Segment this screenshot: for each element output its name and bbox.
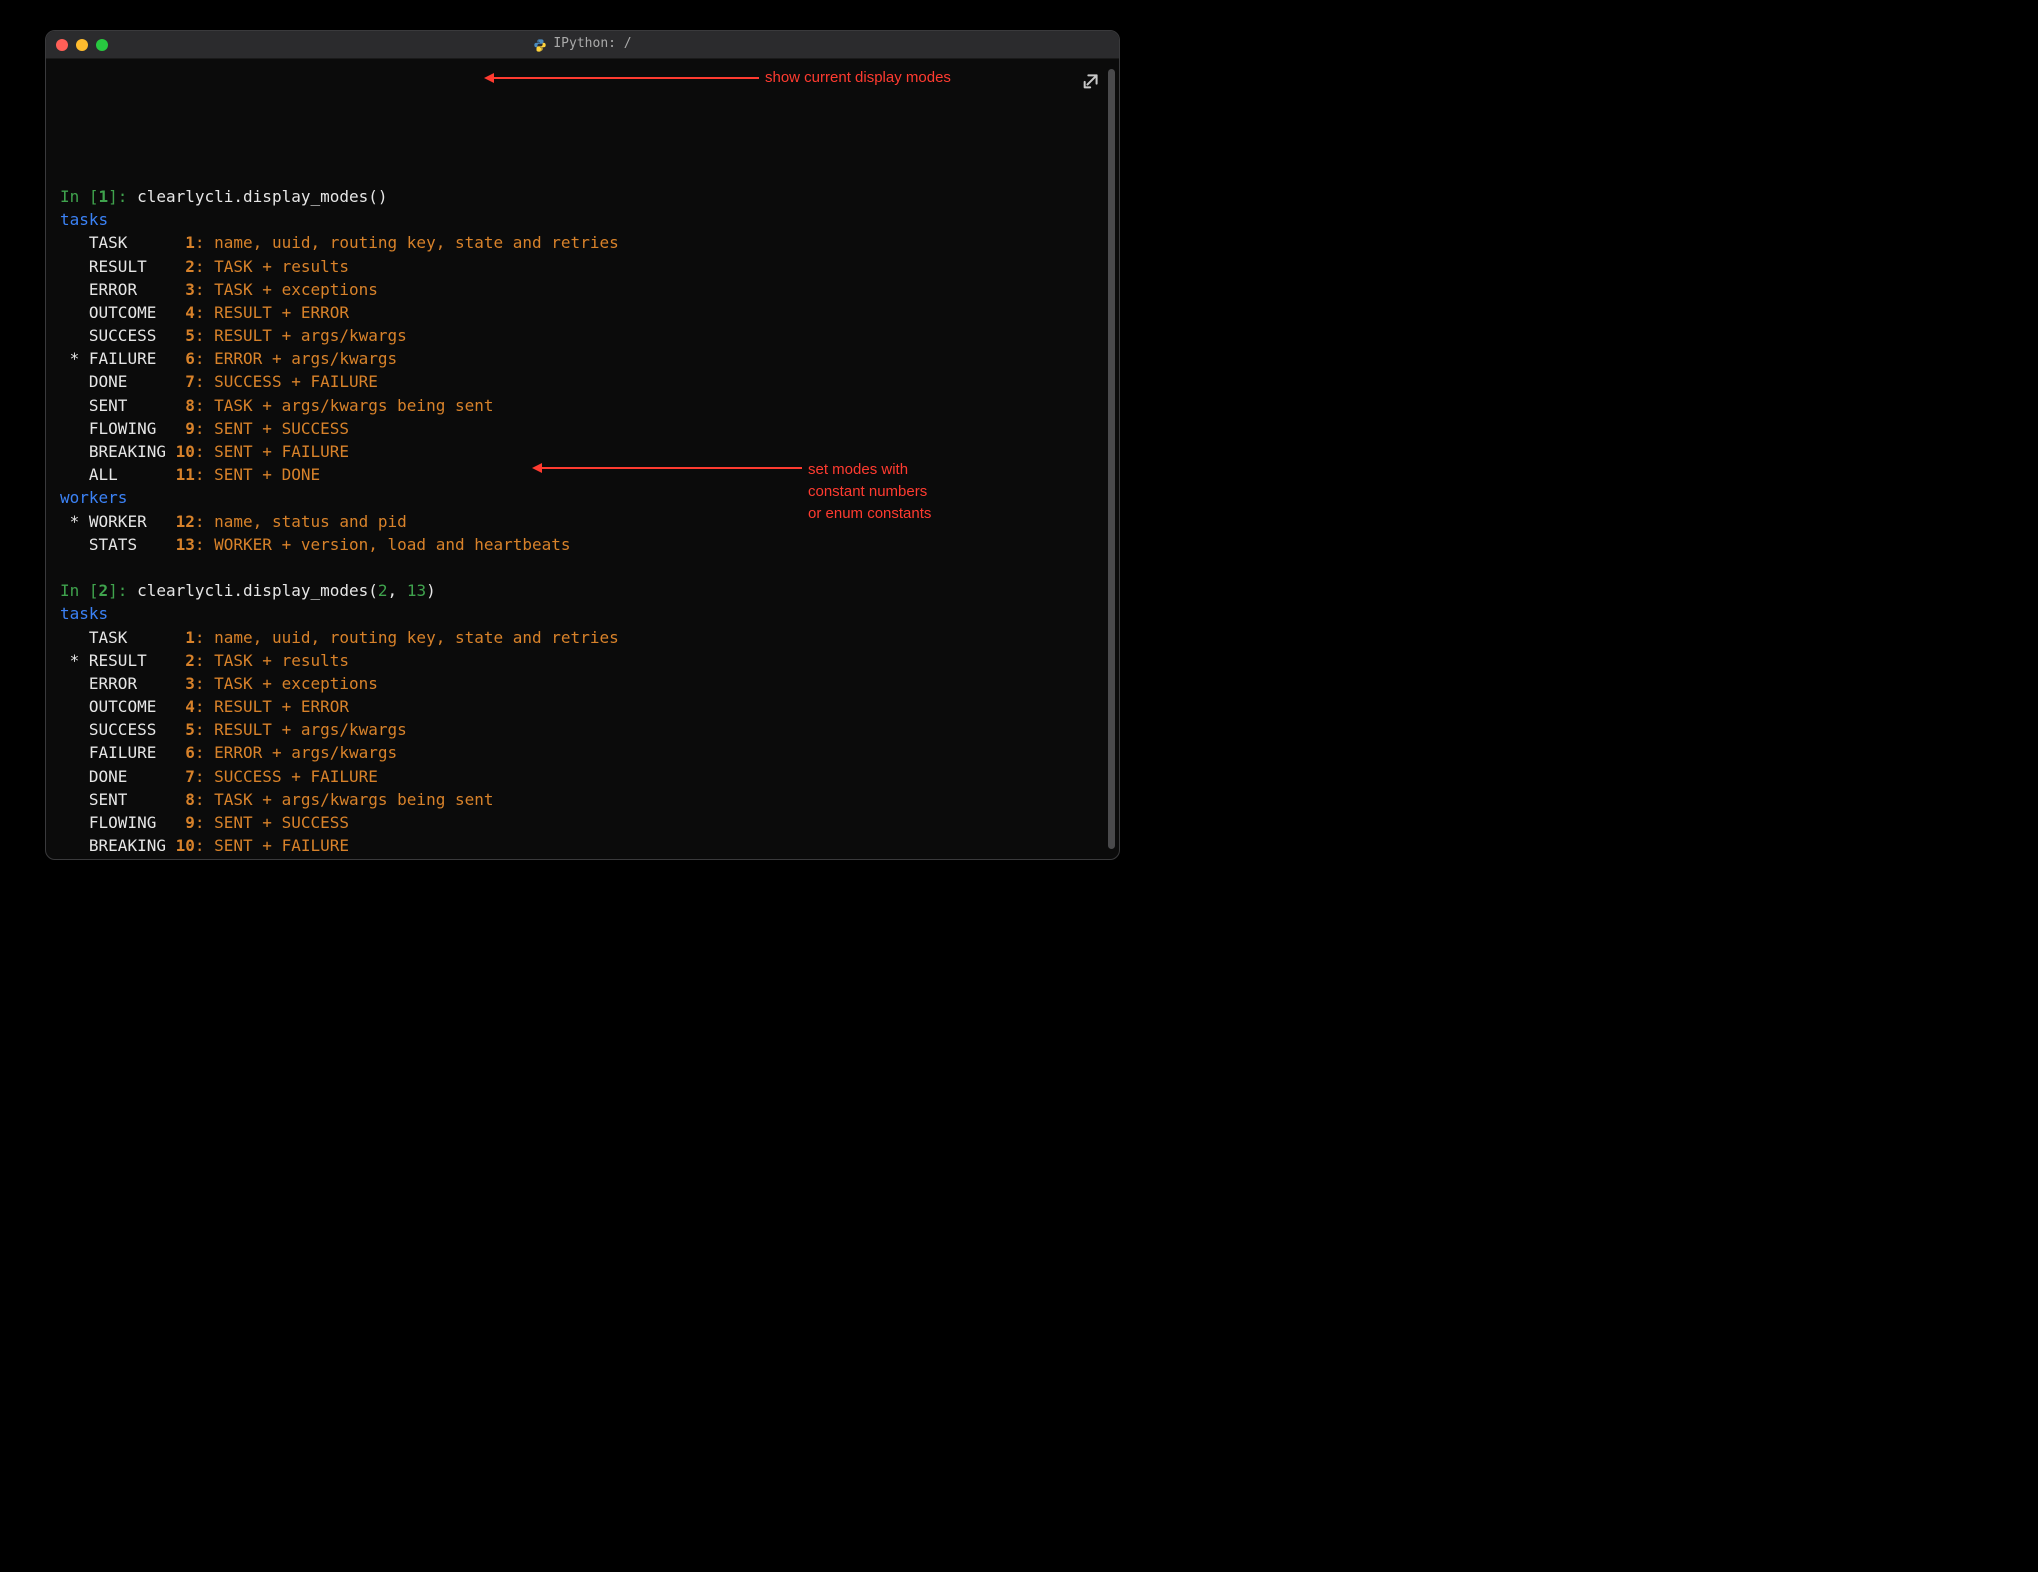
annotation-text: show current display modes: [765, 67, 951, 89]
prompt-line: In [1]: clearlycli.display_modes(): [60, 185, 1105, 208]
table-row: OUTCOME 4: RESULT + ERROR: [60, 695, 1105, 718]
maximize-icon[interactable]: [96, 39, 108, 51]
close-icon[interactable]: [56, 39, 68, 51]
section-header: tasks: [60, 602, 1105, 625]
table-row: OUTCOME 4: RESULT + ERROR: [60, 301, 1105, 324]
window-title-text: IPython: /: [553, 35, 631, 54]
scrollbar-thumb[interactable]: [1108, 69, 1115, 849]
annotation-set-modes: set modes withconstant numbersor enum co…: [532, 459, 931, 524]
table-row: SENT 8: TASK + args/kwargs being sent: [60, 788, 1105, 811]
table-row: SUCCESS 5: RESULT + args/kwargs: [60, 324, 1105, 347]
python-icon: [533, 38, 547, 52]
annotation-show-modes: show current display modes: [484, 67, 951, 89]
scrollbar[interactable]: [1108, 69, 1115, 849]
table-row: RESULT 2: TASK + results: [60, 255, 1105, 278]
annotation-text: set modes withconstant numbersor enum co…: [808, 459, 931, 524]
table-row: TASK 1: name, uuid, routing key, state a…: [60, 626, 1105, 649]
table-row: SUCCESS 5: RESULT + args/kwargs: [60, 718, 1105, 741]
table-row: FAILURE 6: ERROR + args/kwargs: [60, 741, 1105, 764]
table-row: FLOWING 9: SENT + SUCCESS: [60, 417, 1105, 440]
table-row: SENT 8: TASK + args/kwargs being sent: [60, 394, 1105, 417]
window-title: IPython: /: [46, 35, 1119, 54]
blank-line: [60, 556, 1105, 579]
table-row: ERROR 3: TASK + exceptions: [60, 672, 1105, 695]
table-row: ERROR 3: TASK + exceptions: [60, 278, 1105, 301]
table-row: DONE 7: SUCCESS + FAILURE: [60, 765, 1105, 788]
terminal-window: IPython: / show current display modes se…: [45, 30, 1120, 860]
table-row: DONE 7: SUCCESS + FAILURE: [60, 370, 1105, 393]
table-row: FLOWING 9: SENT + SUCCESS: [60, 811, 1105, 834]
prompt-line: In [2]: clearlycli.display_modes(2, 13): [60, 579, 1105, 602]
table-row: * RESULT 2: TASK + results: [60, 649, 1105, 672]
terminal-output[interactable]: show current display modes set modes wit…: [46, 59, 1119, 859]
table-row: TASK 1: name, uuid, routing key, state a…: [60, 231, 1105, 254]
window-controls: [56, 39, 108, 51]
table-row: * FAILURE 6: ERROR + args/kwargs: [60, 347, 1105, 370]
section-header: tasks: [60, 208, 1105, 231]
minimize-icon[interactable]: [76, 39, 88, 51]
table-row: BREAKING 10: SENT + FAILURE: [60, 834, 1105, 857]
table-row: ALL 11: SENT + DONE: [60, 857, 1105, 860]
titlebar: IPython: /: [46, 31, 1119, 59]
table-row: STATS 13: WORKER + version, load and hea…: [60, 533, 1105, 556]
